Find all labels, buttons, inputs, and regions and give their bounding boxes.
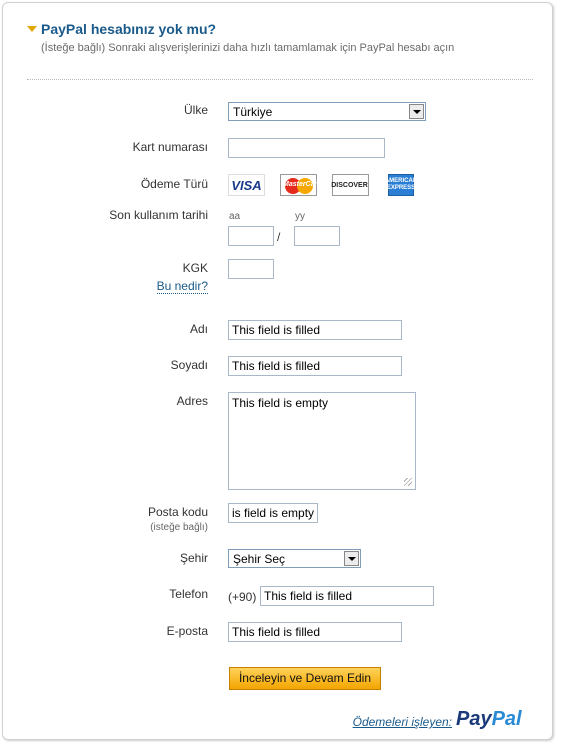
country-label: Ülke [183, 103, 208, 117]
cvv-label: KGK [182, 261, 208, 275]
expiry-month-hint: aa [229, 211, 241, 222]
city-select[interactable]: Şehir Seç [228, 549, 361, 568]
review-continue-button[interactable]: İnceleyin ve Devam Edin [229, 667, 381, 690]
postal-code-label: Posta kodu [147, 505, 208, 519]
postal-code-input[interactable]: is field is empty [228, 503, 318, 523]
paypal-logo-part1: Pay [456, 708, 492, 730]
divider [27, 79, 533, 80]
chevron-down-icon[interactable] [344, 551, 359, 566]
section-title[interactable]: PayPal hesabınız yok mu? [41, 21, 216, 37]
email-input[interactable]: This field is filled [228, 622, 402, 642]
card-number-input[interactable] [228, 138, 385, 158]
first-name-input[interactable]: This field is filled [228, 320, 402, 340]
chevron-down-icon[interactable] [409, 104, 424, 119]
paypal-logo-icon: PayPal [456, 708, 522, 731]
amex-text: AMERICAN EXPRESS [384, 178, 418, 191]
address-textarea[interactable]: This field is empty [228, 392, 416, 490]
mastercard-text: MasterCard [283, 181, 322, 188]
first-name-label: Adı [189, 322, 208, 336]
amex-logo-icon: AMERICAN EXPRESS [384, 174, 418, 196]
address-label: Adres [176, 394, 208, 408]
country-select-value: Türkiye [233, 105, 273, 119]
discover-text: DISCOVER [331, 181, 368, 189]
mastercard-logo-icon: MasterCard [280, 174, 322, 196]
expiry-year-hint: yy [295, 211, 305, 222]
phone-country-prefix: (+90) [228, 590, 257, 604]
discover-logo-icon: DISCOVER [331, 174, 369, 196]
last-name-input[interactable]: This field is filled [228, 356, 402, 376]
expiry-month-input[interactable] [228, 226, 274, 246]
phone-input[interactable]: This field is filled [260, 586, 434, 606]
collapse-arrow-icon[interactable] [27, 26, 37, 32]
cvv-help-link[interactable]: Bu nedir? [156, 279, 208, 294]
phone-label: Telefon [169, 587, 208, 601]
expiry-year-input[interactable] [294, 226, 340, 246]
section-subtitle: (İsteğe bağlı) Sonraki alışverişlerinizi… [41, 42, 455, 54]
email-label: E-posta [166, 624, 208, 638]
city-select-value: Şehir Seç [233, 552, 286, 566]
city-label: Şehir [179, 551, 208, 565]
visa-text: VISA [231, 177, 262, 193]
paypal-logo-part2: Pal [491, 708, 522, 730]
payment-type-label: Ödeme Türü [140, 177, 208, 191]
address-textarea-value: This field is empty [232, 396, 329, 410]
expiry-label: Son kullanım tarihi [109, 208, 208, 222]
country-select[interactable]: Türkiye [228, 102, 426, 121]
cvv-input[interactable] [228, 259, 274, 279]
visa-logo-icon: VISA [228, 174, 265, 196]
last-name-label: Soyadı [170, 358, 208, 372]
processed-by-link[interactable]: Ödemeleri işleyen: [353, 715, 452, 729]
postal-code-sublabel: (isteğe bağlı) [150, 522, 208, 533]
card-number-label: Kart numarası [132, 140, 208, 154]
expiry-separator: / [277, 230, 281, 244]
resize-grip-icon[interactable] [404, 478, 412, 486]
